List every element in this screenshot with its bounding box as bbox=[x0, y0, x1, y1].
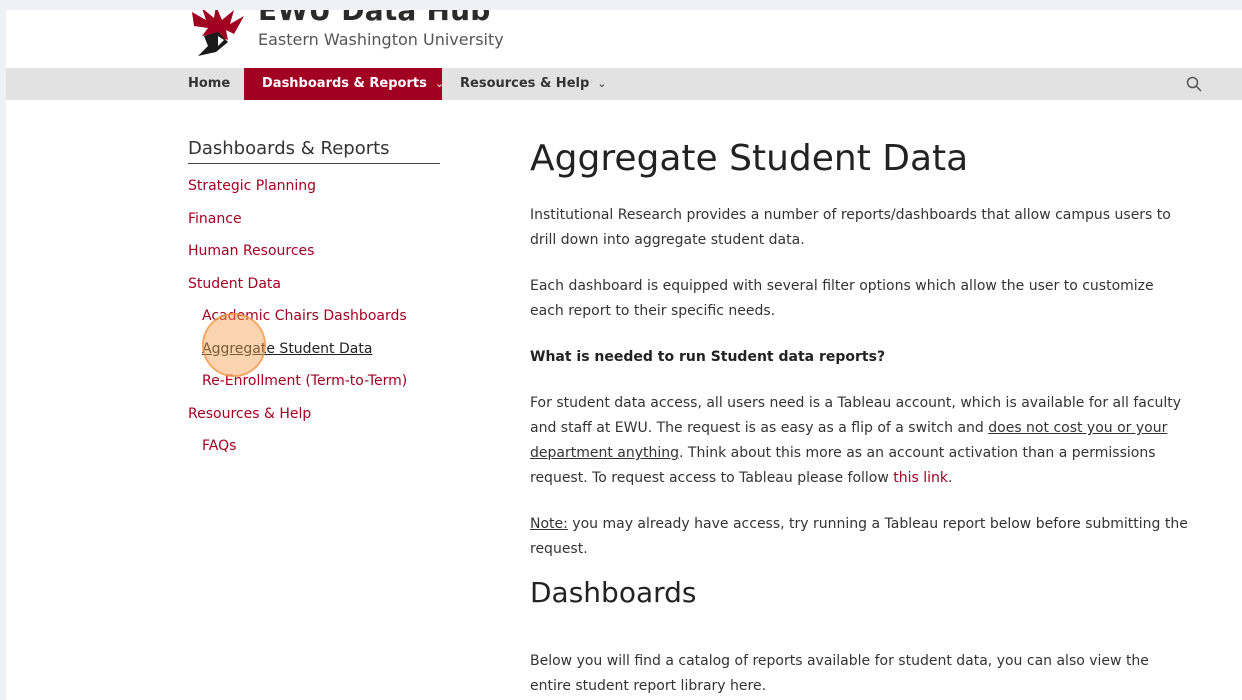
chevron-down-icon: ⌄ bbox=[597, 77, 607, 90]
nav-resources-label: Resources & Help bbox=[460, 76, 590, 91]
note-label: Note: bbox=[530, 516, 568, 532]
site-title[interactable]: EWU Data Hub bbox=[258, 10, 490, 27]
note-text: you may already have access, try running… bbox=[530, 516, 1188, 557]
access-text-end: . bbox=[948, 470, 953, 486]
sidebar-item-finance[interactable]: Finance bbox=[188, 203, 440, 236]
requirements-heading: What is needed to run Student data repor… bbox=[530, 349, 886, 365]
catalog-paragraph: Below you will find a catalog of reports… bbox=[530, 653, 1149, 694]
filter-paragraph: Each dashboard is equipped with several … bbox=[530, 278, 1154, 319]
tableau-request-link[interactable]: this link bbox=[893, 470, 948, 486]
sidebar-item-human-resources[interactable]: Human Resources bbox=[188, 235, 440, 268]
page-title: Aggregate Student Data bbox=[530, 138, 969, 179]
main-nav: Home Dashboards & Reports ⌄ Resources & H… bbox=[6, 68, 1242, 100]
sidebar-title: Dashboards & Reports bbox=[188, 138, 440, 164]
sidebar-item-student-data[interactable]: Student Data bbox=[188, 268, 440, 301]
dashboards-heading: Dashboards bbox=[530, 576, 697, 609]
click-highlight bbox=[202, 313, 266, 377]
nav-home[interactable]: Home bbox=[188, 68, 230, 100]
sidebar-item-resources-help[interactable]: Resources & Help bbox=[188, 398, 440, 431]
chevron-down-icon: ⌄ bbox=[434, 77, 445, 90]
main-content: Aggregate Student Data Institutional Res… bbox=[530, 138, 1190, 699]
nav-resources-help[interactable]: Resources & Help ⌄ bbox=[460, 68, 607, 100]
nav-dashboards-reports[interactable]: Dashboards & Reports ⌄ bbox=[244, 68, 445, 100]
eagle-logo-icon bbox=[192, 10, 244, 56]
site-subtitle: Eastern Washington University bbox=[258, 30, 504, 49]
nav-dashboards-label: Dashboards & Reports bbox=[262, 76, 427, 91]
access-paragraph: For student data access, all users need … bbox=[530, 391, 1190, 491]
page: EWU Data Hub Eastern Washington Universi… bbox=[6, 10, 1242, 700]
sidebar-item-strategic-planning[interactable]: Strategic Planning bbox=[188, 170, 440, 203]
sidebar-item-faqs[interactable]: FAQs bbox=[188, 430, 440, 463]
search-icon[interactable] bbox=[1186, 76, 1202, 92]
intro-paragraph: Institutional Research provides a number… bbox=[530, 207, 1171, 248]
sidebar: Dashboards & Reports Strategic Planning … bbox=[188, 138, 440, 463]
note-paragraph: Note: you may already have access, try r… bbox=[530, 512, 1190, 562]
